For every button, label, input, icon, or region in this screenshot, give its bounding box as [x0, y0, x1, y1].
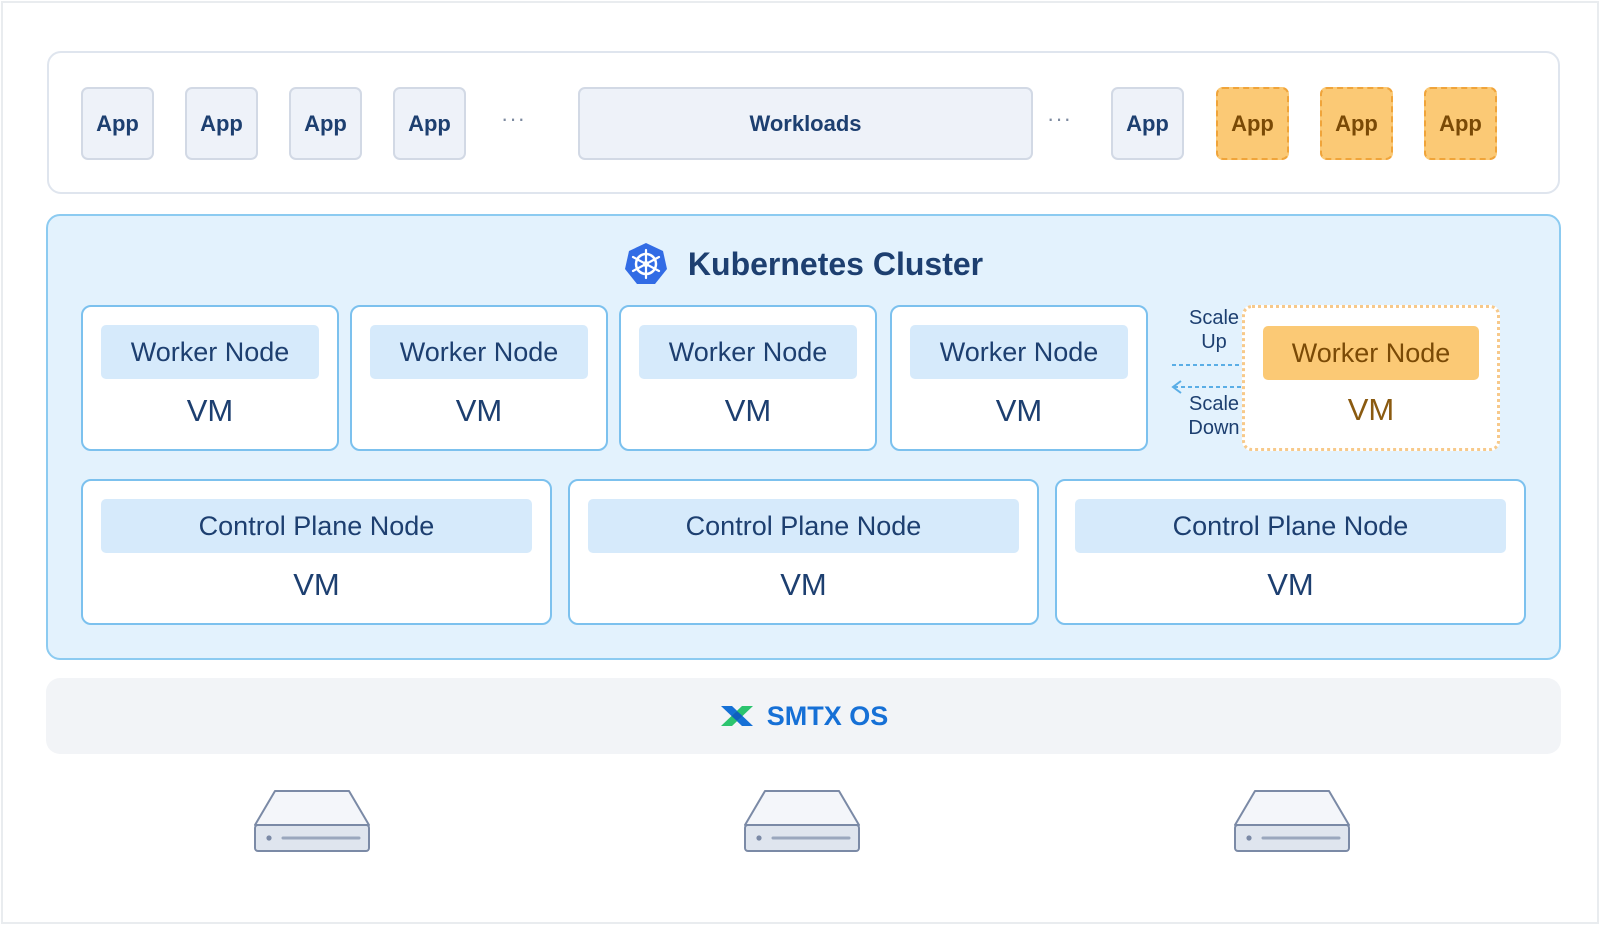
control-plane-node-label: Control Plane Node [1075, 499, 1506, 553]
worker-node-label: Worker Node [101, 325, 319, 379]
worker-node: Worker Node VM [350, 305, 608, 451]
workloads-row: App App App App ··· Workloads ··· App Ap… [47, 51, 1560, 194]
worker-node-label: Worker Node [639, 325, 857, 379]
ellipsis: ··· [501, 106, 526, 131]
kubernetes-icon [624, 243, 667, 284]
smtx-logo-icon [720, 706, 753, 726]
pending-app-box: App [1424, 87, 1497, 160]
server-icon [1234, 790, 1350, 852]
app-box: App [81, 87, 154, 160]
control-plane-node: Control Plane Node VM [1055, 479, 1526, 625]
vm-label: VM [724, 393, 772, 428]
cluster-title: Kubernetes Cluster [687, 245, 984, 282]
control-plane-node: Control Plane Node VM [81, 479, 552, 625]
app-box: App [289, 87, 362, 160]
os-name: SMTX OS [766, 700, 889, 731]
worker-node-label: Worker Node [370, 325, 588, 379]
workloads-label: Workloads [578, 87, 1033, 160]
app-box: App [393, 87, 466, 160]
control-plane-node: Control Plane Node VM [568, 479, 1039, 625]
control-plane-node-label: Control Plane Node [101, 499, 532, 553]
app-box: App [1111, 87, 1184, 160]
vm-label: VM [1347, 392, 1395, 427]
server-icon [744, 790, 860, 852]
worker-node: Worker Node VM [890, 305, 1148, 451]
worker-node: Worker Node VM [619, 305, 877, 451]
vm-label: VM [293, 567, 340, 602]
vm-label: VM [995, 393, 1043, 428]
worker-node: Worker Node VM [81, 305, 339, 451]
pending-app-box: App [1216, 87, 1289, 160]
pending-worker-node: Worker Node VM [1242, 305, 1500, 451]
diagram-frame: App App App App ··· Workloads ··· App Ap… [1, 1, 1599, 924]
worker-node-label: Worker Node [1263, 326, 1479, 380]
pending-app-box: App [1320, 87, 1393, 160]
vm-label: VM [455, 393, 503, 428]
control-plane-node-label: Control Plane Node [588, 499, 1019, 553]
cluster-header: Kubernetes Cluster [48, 242, 1559, 286]
vm-label: VM [780, 567, 827, 602]
os-layer: SMTX OS [46, 678, 1561, 754]
vm-label: VM [1267, 567, 1314, 602]
vm-label: VM [186, 393, 234, 428]
kubernetes-cluster: Kubernetes Cluster Worker Node VM Worker… [46, 214, 1561, 660]
server-icon [254, 790, 370, 852]
worker-node-label: Worker Node [910, 325, 1128, 379]
ellipsis: ··· [1047, 106, 1072, 131]
app-box: App [185, 87, 258, 160]
